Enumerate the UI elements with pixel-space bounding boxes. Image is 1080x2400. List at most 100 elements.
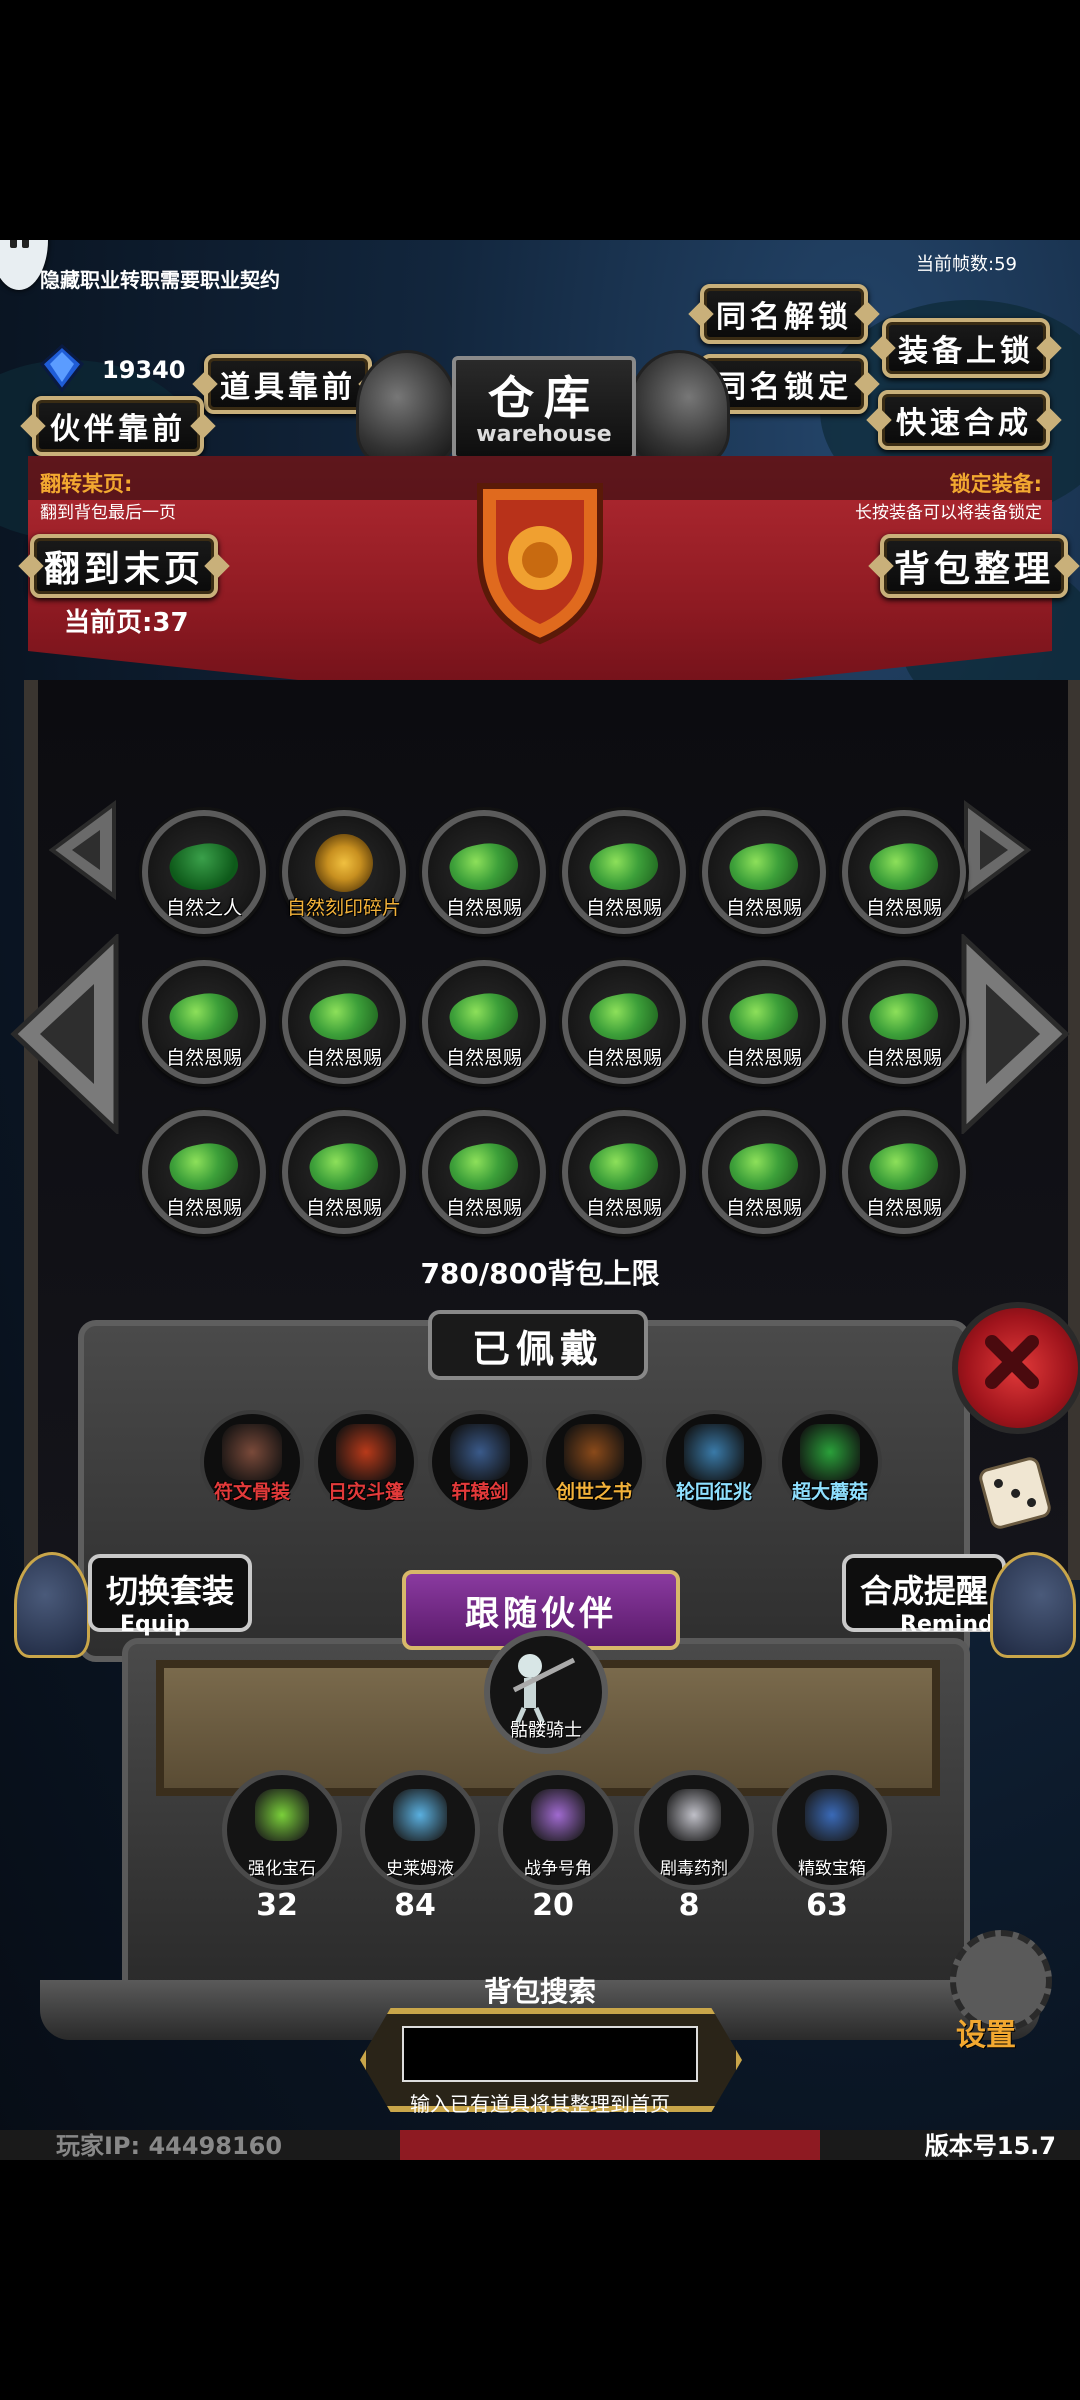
inventory-slot[interactable]: 自然恩赐 <box>282 1110 406 1234</box>
partner-slot[interactable]: 骷髅骑士 <box>484 1630 608 1754</box>
item-front-button[interactable]: 道具靠前 <box>204 354 372 414</box>
enhance-gem-icon <box>255 1789 309 1841</box>
sword-icon <box>450 1424 510 1480</box>
version-label: 版本号15.7 <box>924 2132 1056 2160</box>
nature-man-icon <box>165 837 243 897</box>
nature-gift-icon <box>725 1137 803 1197</box>
rune-bone-armor-icon <box>222 1424 282 1480</box>
treasure-chest-icon <box>805 1789 859 1841</box>
inventory-slot[interactable]: 自然恩赐 <box>842 960 966 1084</box>
nature-gift-icon <box>445 1137 523 1197</box>
next-page-small-arrow-icon[interactable] <box>962 800 1032 904</box>
blue-gem-icon <box>38 343 86 393</box>
nature-gift-icon <box>165 987 243 1047</box>
go-last-page-button[interactable]: 翻到末页 <box>30 534 218 598</box>
nature-gift-icon <box>725 987 803 1047</box>
material-slot[interactable]: 战争号角 <box>498 1770 618 1890</box>
helmet-blue-icon <box>14 1552 90 1658</box>
equipped-item-name: 超大蘑菇 <box>791 1481 868 1503</box>
inventory-slot[interactable]: 自然恩赐 <box>562 810 686 934</box>
lock-equip-desc: 长按装备可以将装备锁定 <box>855 503 1042 523</box>
close-button[interactable] <box>952 1302 1080 1434</box>
inventory-slot[interactable]: 自然恩赐 <box>422 810 546 934</box>
war-horn-icon <box>531 1789 585 1841</box>
ice-staff-icon <box>684 1424 744 1480</box>
nature-gift-icon <box>445 837 523 897</box>
poison-potion-icon <box>667 1789 721 1841</box>
search-input[interactable] <box>402 2026 698 2082</box>
material-name: 史莱姆液 <box>386 1859 454 1879</box>
prev-page-large-arrow-icon[interactable] <box>10 932 120 1138</box>
nature-gift-icon <box>305 987 383 1047</box>
equipped-slot[interactable]: 超大蘑菇 <box>778 1410 882 1514</box>
inventory-slot[interactable]: 自然恩赐 <box>282 960 406 1084</box>
inventory-item-name: 自然恩赐 <box>445 897 522 919</box>
nature-gift-icon <box>585 1137 663 1197</box>
lion-shield-icon <box>472 476 608 646</box>
warehouse-title-plate: 仓库 warehouse <box>452 356 636 460</box>
inventory-slot[interactable]: 自然恩赐 <box>422 1110 546 1234</box>
next-page-large-arrow-icon[interactable] <box>960 932 1070 1138</box>
same-name-unlock-button[interactable]: 同名解锁 <box>700 284 868 344</box>
inventory-item-name: 自然恩赐 <box>165 1197 242 1219</box>
equipped-slot[interactable]: 创世之书 <box>542 1410 646 1514</box>
nature-gift-icon <box>165 1137 243 1197</box>
inventory-slot[interactable]: 自然恩赐 <box>702 810 826 934</box>
inventory-slot[interactable]: 自然刻印碎片 <box>282 810 406 934</box>
material-slot[interactable]: 精致宝箱 <box>772 1770 892 1890</box>
partner-front-button[interactable]: 伙伴靠前 <box>32 396 204 456</box>
flip-page-desc: 翻到背包最后一页 <box>40 503 176 523</box>
inventory-item-name: 自然刻印碎片 <box>286 897 401 919</box>
equipped-slot[interactable]: 轮回征兆 <box>662 1410 766 1514</box>
material-count: 84 <box>394 1888 436 1923</box>
helmet-blue-icon <box>990 1552 1076 1658</box>
engraving-fragment-icon <box>309 828 379 898</box>
inventory-slot[interactable]: 自然恩赐 <box>422 960 546 1084</box>
prev-page-small-arrow-icon[interactable] <box>48 800 118 904</box>
footer-red-bar <box>400 2130 820 2160</box>
inventory-item-name: 自然之人 <box>165 897 242 919</box>
inventory-slot[interactable]: 自然恩赐 <box>562 1110 686 1234</box>
inventory-item-name: 自然恩赐 <box>865 1047 942 1069</box>
material-slot[interactable]: 剧毒药剂 <box>634 1770 754 1890</box>
synth-remind-sub: Remind <box>900 1612 994 1637</box>
material-slot[interactable]: 史莱姆液 <box>360 1770 480 1890</box>
material-count: 8 <box>678 1888 700 1923</box>
inventory-item-name: 自然恩赐 <box>305 1197 382 1219</box>
inventory-item-name: 自然恩赐 <box>865 1197 942 1219</box>
inventory-item-name: 自然恩赐 <box>725 1197 802 1219</box>
inventory-slot[interactable]: 自然恩赐 <box>562 960 686 1084</box>
nature-gift-icon <box>865 1137 943 1197</box>
equipped-slot[interactable]: 轩辕剑 <box>428 1410 532 1514</box>
inventory-slot[interactable]: 自然恩赐 <box>842 1110 966 1234</box>
inventory-slot[interactable]: 自然恩赐 <box>702 1110 826 1234</box>
nature-gift-icon <box>305 1137 383 1197</box>
inventory-slot[interactable]: 自然恩赐 <box>142 960 266 1084</box>
game-screen: 隐藏职业转职需要职业契约 当前帧数:59 19340 道具靠前 伙伴靠前 同名解… <box>0 240 1080 2160</box>
material-count: 20 <box>532 1888 574 1923</box>
hidden-class-notice: 隐藏职业转职需要职业契约 <box>40 268 280 292</box>
search-title: 背包搜索 <box>483 1975 596 2008</box>
inventory-slot[interactable]: 自然恩赐 <box>142 1110 266 1234</box>
nature-gift-icon <box>865 837 943 897</box>
warehouse-subtitle: warehouse <box>476 422 612 447</box>
inventory-slot[interactable]: 自然之人 <box>142 810 266 934</box>
equipped-slot[interactable]: 符文骨装 <box>200 1410 304 1514</box>
nature-gift-icon <box>865 987 943 1047</box>
inventory-item-name: 自然恩赐 <box>725 1047 802 1069</box>
nature-gift-icon <box>725 837 803 897</box>
close-icon <box>985 1335 1039 1389</box>
sort-bag-button[interactable]: 背包整理 <box>880 534 1068 598</box>
equip-lock-button[interactable]: 装备上锁 <box>882 318 1050 378</box>
material-slot[interactable]: 强化宝石 <box>222 1770 342 1890</box>
helmet-right-icon <box>628 350 730 466</box>
settings-label[interactable]: 设置 <box>956 2010 1016 2054</box>
equipped-slot[interactable]: 日灾斗篷 <box>314 1410 418 1514</box>
quick-synth-button[interactable]: 快速合成 <box>878 390 1050 450</box>
inventory-slot[interactable]: 自然恩赐 <box>842 810 966 934</box>
nature-gift-icon <box>585 837 663 897</box>
material-count: 63 <box>806 1888 848 1923</box>
inventory-item-name: 自然恩赐 <box>445 1197 522 1219</box>
material-name: 精致宝箱 <box>798 1859 866 1879</box>
inventory-slot[interactable]: 自然恩赐 <box>702 960 826 1084</box>
